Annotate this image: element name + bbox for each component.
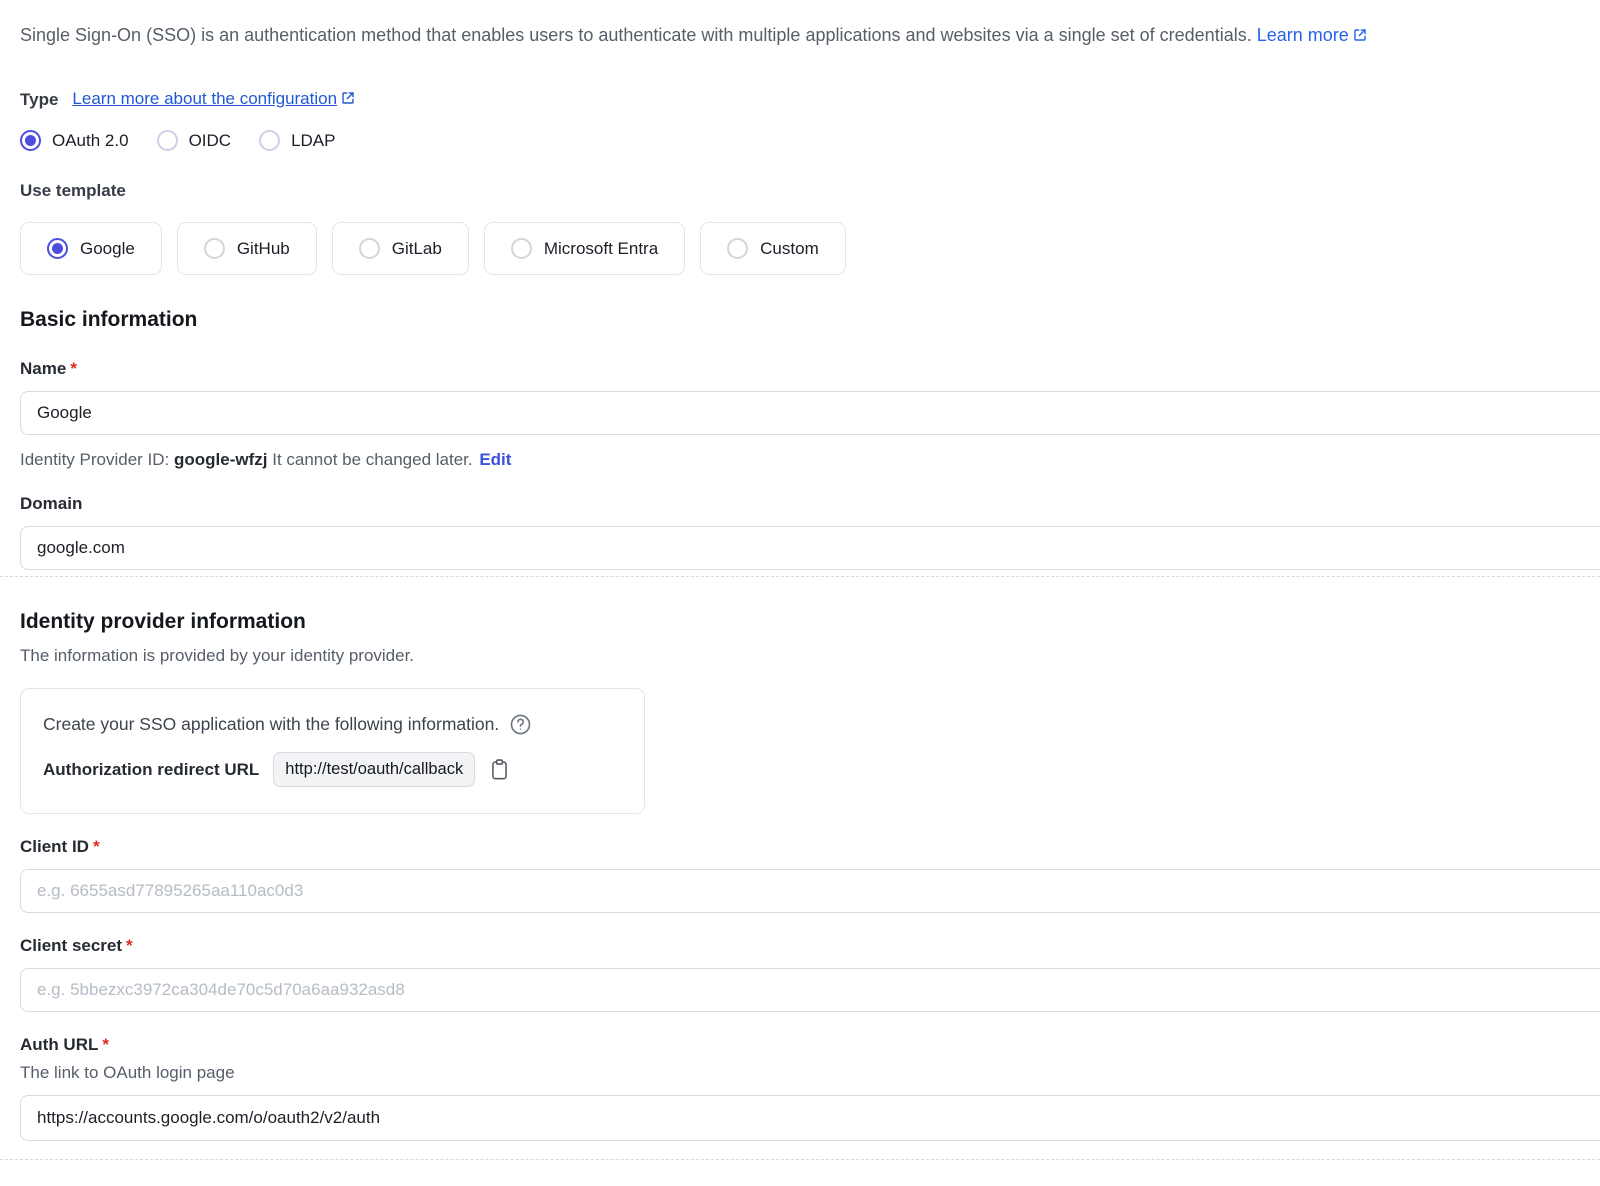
template-card-group: Google GitHub GitLab Microsoft Entra Cus… [20, 222, 1600, 275]
template-card-custom[interactable]: Custom [700, 222, 846, 275]
idp-id-value: google-wfzj [174, 450, 267, 469]
radio-oauth2[interactable]: OAuth 2.0 [20, 130, 129, 151]
radio-unselected-icon [157, 130, 178, 151]
external-link-icon [1352, 26, 1368, 49]
sso-description-text: Single Sign-On (SSO) is an authenticatio… [20, 25, 1252, 45]
auth-url-label: Auth URL* [20, 1035, 1600, 1055]
use-template-label: Use template [20, 181, 1600, 201]
sso-application-callout: Create your SSO application with the fol… [20, 688, 645, 814]
basic-information-heading: Basic information [20, 307, 1600, 332]
authorization-redirect-url-value: http://test/oauth/callback [273, 752, 475, 787]
radio-oidc[interactable]: OIDC [157, 130, 232, 151]
domain-label: Domain [20, 494, 1600, 514]
external-link-icon [340, 90, 356, 111]
domain-input[interactable] [20, 526, 1600, 570]
template-card-google-label: Google [80, 239, 135, 259]
sso-description: Single Sign-On (SSO) is an authenticatio… [20, 24, 1600, 49]
authorization-redirect-url-label: Authorization redirect URL [43, 760, 259, 780]
section-divider [0, 576, 1600, 577]
client-id-input[interactable] [20, 869, 1600, 913]
identity-provider-id-line: Identity Provider ID: google-wfzj It can… [20, 450, 1600, 470]
client-id-label: Client ID* [20, 837, 1600, 857]
copy-clipboard-icon[interactable] [489, 758, 510, 781]
template-card-custom-label: Custom [760, 239, 819, 259]
bottom-divider [0, 1159, 1600, 1160]
identity-provider-information-heading: Identity provider information [20, 609, 1600, 634]
name-label: Name* [20, 359, 1600, 379]
template-card-google[interactable]: Google [20, 222, 162, 275]
auth-url-input[interactable] [20, 1095, 1600, 1141]
radio-unselected-icon [259, 130, 280, 151]
template-card-gitlab-label: GitLab [392, 239, 442, 259]
configuration-docs-link[interactable]: Learn more about the configuration [72, 89, 356, 111]
template-card-microsoft-entra[interactable]: Microsoft Entra [484, 222, 685, 275]
required-asterisk: * [126, 936, 133, 955]
type-radio-group: OAuth 2.0 OIDC LDAP [20, 130, 1600, 151]
radio-unselected-icon [204, 238, 225, 259]
required-asterisk: * [93, 837, 100, 856]
sso-settings-page: Single Sign-On (SSO) is an authenticatio… [0, 24, 1600, 1160]
radio-oauth2-label: OAuth 2.0 [52, 131, 129, 151]
required-asterisk: * [70, 359, 77, 378]
required-asterisk: * [102, 1035, 109, 1054]
radio-unselected-icon [359, 238, 380, 259]
client-secret-input[interactable] [20, 968, 1600, 1012]
auth-url-helper-text: The link to OAuth login page [20, 1063, 1600, 1083]
template-card-github-label: GitHub [237, 239, 290, 259]
type-label: Type [20, 90, 58, 110]
radio-unselected-icon [511, 238, 532, 259]
idp-id-suffix: It cannot be changed later. [268, 450, 478, 469]
template-card-gitlab[interactable]: GitLab [332, 222, 469, 275]
edit-idp-id-link[interactable]: Edit [479, 450, 511, 469]
radio-oidc-label: OIDC [189, 131, 232, 151]
type-section-header: Type Learn more about the configuration [20, 89, 1600, 111]
radio-selected-icon [20, 130, 41, 151]
template-card-github[interactable]: GitHub [177, 222, 317, 275]
radio-unselected-icon [727, 238, 748, 259]
name-input[interactable] [20, 391, 1600, 435]
idp-id-prefix: Identity Provider ID: [20, 450, 174, 469]
radio-ldap[interactable]: LDAP [259, 130, 335, 151]
client-secret-label: Client secret* [20, 936, 1600, 956]
radio-selected-icon [47, 238, 68, 259]
identity-provider-information-subheading: The information is provided by your iden… [20, 646, 1600, 666]
help-icon[interactable] [509, 713, 532, 736]
template-card-microsoft-entra-label: Microsoft Entra [544, 239, 658, 259]
callout-text: Create your SSO application with the fol… [43, 714, 499, 735]
learn-more-link[interactable]: Learn more [1257, 25, 1368, 45]
radio-ldap-label: LDAP [291, 131, 335, 151]
